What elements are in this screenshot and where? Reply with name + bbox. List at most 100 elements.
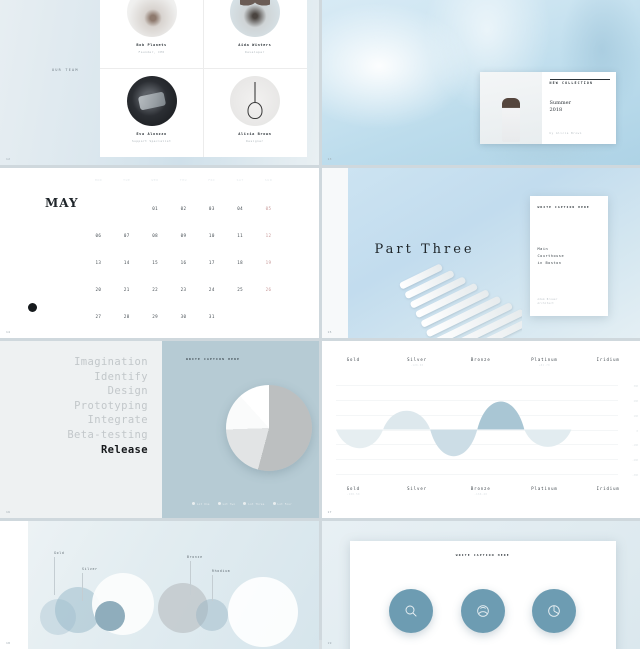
calendar-day[interactable]: 22 — [146, 287, 164, 292]
calendar-day[interactable]: 23 — [174, 287, 192, 292]
page-number: 13 — [328, 157, 332, 161]
calendar-day[interactable]: 29 — [146, 314, 164, 319]
team-member[interactable]: Bob Planets Founder, CEO — [100, 0, 203, 68]
weekday-header: WED — [146, 178, 164, 182]
pie-chart-icon[interactable] — [532, 589, 576, 633]
slide-part-three[interactable]: Part Three WRITE CAPTION HERE Main Court… — [322, 168, 640, 338]
process-step[interactable]: Release — [67, 443, 148, 458]
process-step-list: ImaginationIdentifyDesignPrototypingInte… — [67, 355, 148, 457]
calendar-day[interactable]: 15 — [146, 260, 164, 265]
calendar-day[interactable]: 12 — [260, 233, 278, 238]
calendar-day[interactable]: 30 — [174, 314, 192, 319]
slide-icon-row[interactable]: WRITE CAPTION HERE — [322, 521, 640, 649]
process-step[interactable]: Prototyping — [67, 399, 148, 414]
calendar-day[interactable]: 05 — [260, 206, 278, 211]
member-name: Bob Planets — [136, 43, 166, 47]
calendar-day[interactable]: 13 — [89, 260, 107, 265]
member-role: Founder, CEO — [139, 50, 165, 54]
calendar-day[interactable]: 14 — [118, 260, 136, 265]
lightbulb-icon — [247, 82, 262, 119]
calendar-day[interactable]: 08 — [146, 233, 164, 238]
icon-card: WRITE CAPTION HERE — [350, 541, 617, 649]
bubble[interactable] — [228, 577, 298, 647]
axis-tick: -200 — [632, 459, 638, 462]
chart-category-label: Platinum+82.70 — [513, 357, 577, 367]
bubble[interactable] — [95, 601, 125, 631]
process-step[interactable]: Beta-testing — [67, 428, 148, 443]
weekday-header: THU — [174, 178, 192, 182]
slide-wave-chart[interactable]: GoldSilver-120.00BronzePlatinum+82.70Iri… — [322, 341, 640, 518]
page-number: 12 — [6, 157, 10, 161]
card-caption: WRITE CAPTION HERE — [350, 553, 617, 557]
avatar — [127, 0, 177, 37]
axis-tick: 200 — [634, 400, 638, 403]
calendar-day[interactable]: 19 — [260, 260, 278, 265]
team-member[interactable]: Aida Winters Developer — [203, 0, 306, 68]
rule — [550, 79, 610, 80]
slide-process-pie[interactable]: ImaginationIdentifyDesignPrototypingInte… — [0, 341, 319, 518]
calendar-day[interactable]: 07 — [118, 233, 136, 238]
calendar-day[interactable]: 02 — [174, 206, 192, 211]
process-step[interactable]: Integrate — [67, 413, 148, 428]
chart-category-label: Bronze-166.40 — [449, 486, 513, 496]
calendar-day[interactable]: 27 — [89, 314, 107, 319]
wave-series — [336, 385, 619, 474]
pie-chart[interactable] — [226, 385, 312, 471]
calendar-day[interactable]: 31 — [203, 314, 221, 319]
slide-new-collection[interactable]: NEW COLLECTION Summer 2018 by Alicia Bro… — [322, 0, 640, 165]
calendar-day[interactable]: 18 — [231, 260, 249, 265]
fingerprint-icon[interactable] — [461, 589, 505, 633]
bullet-marker — [28, 303, 37, 312]
leader-line — [82, 573, 83, 601]
left-strip — [322, 168, 348, 338]
avatar — [230, 76, 280, 126]
chart-category-label: Bronze — [449, 357, 513, 367]
bubble-label: Gold — [54, 551, 64, 555]
stair-photo — [392, 263, 522, 338]
calendar-day[interactable]: 21 — [118, 287, 136, 292]
collection-title: Summer 2018 — [550, 100, 571, 114]
bubble[interactable] — [196, 599, 228, 631]
avatar — [127, 76, 177, 126]
slide-calendar[interactable]: MAY MONTUEWEDTHUFRISATSUN 01020304050607… — [0, 168, 319, 338]
calendar-day[interactable]: 09 — [174, 233, 192, 238]
calendar-day[interactable]: 06 — [89, 233, 107, 238]
process-step[interactable]: Identify — [67, 370, 148, 385]
calendar-day[interactable]: 26 — [260, 287, 278, 292]
member-role: Designer — [246, 139, 263, 143]
calendar-day[interactable]: 11 — [231, 233, 249, 238]
calendar-day[interactable]: 04 — [231, 206, 249, 211]
leader-line — [212, 575, 213, 601]
page-number: 17 — [328, 510, 332, 514]
bubble-label: Silver — [82, 567, 98, 571]
calendar-day[interactable]: 17 — [203, 260, 221, 265]
axis-tick: 100 — [634, 415, 638, 418]
leader-line — [54, 557, 55, 595]
search-icon[interactable] — [389, 589, 433, 633]
calendar-day[interactable]: 01 — [146, 206, 164, 211]
calendar-day[interactable]: 24 — [203, 287, 221, 292]
process-step[interactable]: Design — [67, 384, 148, 399]
calendar-day[interactable]: 10 — [203, 233, 221, 238]
team-member[interactable]: Eva Alonzzo Support Specialist — [100, 69, 203, 157]
section-title: Part Three — [375, 242, 475, 257]
weekday-header: TUE — [118, 178, 136, 182]
slide-team[interactable]: OUR TEAM Bob Planets Founder, CEO Aida W… — [0, 0, 319, 165]
title-line-2: 2018 — [550, 107, 571, 114]
calendar-day[interactable]: 25 — [231, 287, 249, 292]
collection-footnote: by Alicia Brown — [550, 132, 582, 135]
axis-tick: 0 — [637, 430, 638, 433]
slide-bubble-chart[interactable]: Gold Silver Bronze Rhodium 18 — [0, 521, 319, 649]
leader-line — [190, 561, 191, 595]
calendar-day[interactable]: 03 — [203, 206, 221, 211]
member-name: Aida Winters — [238, 43, 271, 47]
legend-item: Lot Four — [273, 502, 292, 506]
calendar-day[interactable]: 28 — [118, 314, 136, 319]
chart-category-label: Iridium — [576, 486, 640, 496]
calendar-day[interactable]: 20 — [89, 287, 107, 292]
process-step[interactable]: Imagination — [67, 355, 148, 370]
member-role: Developer — [245, 50, 265, 54]
team-member[interactable]: Alicia Brown Designer — [203, 69, 306, 157]
legend-item: Lot One — [192, 502, 210, 506]
calendar-day[interactable]: 16 — [174, 260, 192, 265]
